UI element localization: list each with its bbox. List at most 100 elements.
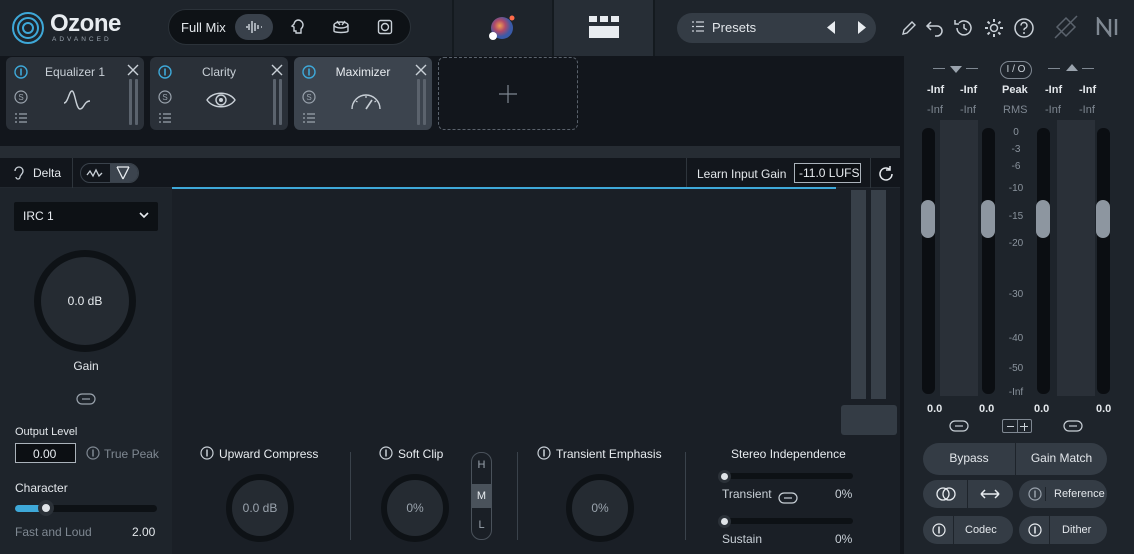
stereo-circles-icon[interactable] [935,486,957,502]
link-off-icon[interactable] [1053,14,1079,40]
output-level-field[interactable]: 0.00 [15,443,76,463]
transient-emphasis-power-icon[interactable] [537,446,551,460]
gain-knob[interactable]: 0.0 dB [34,250,136,352]
transient-slider-track[interactable] [720,473,853,479]
input-meter-left [851,190,866,399]
band-low-button[interactable]: L [471,513,492,537]
history-icon[interactable] [953,17,975,39]
output-link-icon[interactable] [1063,420,1083,432]
transient-emphasis-knob[interactable]: 0% [566,474,634,542]
module-fader[interactable] [273,79,276,125]
band-high-button[interactable]: H [471,453,492,477]
module-fader[interactable] [417,79,420,125]
undo-icon[interactable] [925,17,945,37]
master-assistant-icon[interactable] [487,13,517,43]
output-trim-fader-thumb[interactable] [1036,200,1050,238]
presets-label[interactable]: Presets [712,20,756,35]
settings-gear-icon[interactable] [983,17,1005,39]
threshold-line[interactable] [172,187,836,189]
waveform-view-icon[interactable] [86,167,104,179]
eq-curve-icon [62,85,92,115]
module-fader[interactable] [135,79,138,125]
input-trim-fader-track[interactable] [922,128,935,394]
output-trim-fader-track[interactable] [1037,128,1050,394]
input-trim-fader-thumb[interactable] [921,200,935,238]
transient-slider-thumb[interactable] [718,470,731,483]
sustain-slider-thumb[interactable] [718,515,731,528]
pencil-icon[interactable] [900,17,916,37]
ear-icon[interactable] [13,165,25,181]
module-equalizer[interactable]: Equalizer 1 S [6,57,144,130]
waveform-mode-icon[interactable] [235,14,273,40]
menu-icon[interactable] [303,113,315,123]
link-icon[interactable] [76,393,96,405]
divider [967,480,968,508]
swap-channels-icon[interactable] [979,488,1001,500]
close-icon[interactable] [415,64,427,76]
scale-tick: -10 [1008,183,1024,194]
output-trim-up-icon[interactable] [1066,64,1078,72]
output-fader-thumb[interactable] [1096,200,1110,238]
solo-icon[interactable]: S [302,90,316,104]
full-mix-label[interactable]: Full Mix [181,20,226,35]
learn-reset-icon[interactable] [876,164,896,184]
input-fader-track[interactable] [982,128,995,394]
module-fader[interactable] [129,79,132,125]
sustain-slider-track[interactable] [720,518,853,524]
power-icon[interactable] [302,65,316,79]
delta-label[interactable]: Delta [33,166,61,180]
gauge-icon [349,89,383,111]
power-icon[interactable] [158,65,172,79]
module-grid-icon [589,16,619,38]
upward-compress-knob[interactable]: 0.0 dB [226,474,294,542]
output-fader-track[interactable] [1097,128,1110,394]
channel-mode-toggle[interactable] [1002,419,1032,433]
add-module-button[interactable] [438,57,578,130]
presets-bar[interactable] [677,13,876,43]
soft-clip-power-icon[interactable] [379,446,393,460]
soft-clip-knob[interactable]: 0% [381,474,449,542]
input-left-rms: -Inf [927,104,943,116]
menu-icon[interactable] [159,113,171,123]
vocal-mode-icon[interactable] [279,14,317,40]
character-value[interactable]: 2.00 [132,525,155,539]
divider [452,0,454,56]
input-link-icon[interactable] [949,420,969,432]
link-icon[interactable] [778,492,798,504]
module-maximizer[interactable]: Maximizer S [294,57,432,130]
help-icon[interactable] [1013,17,1035,39]
gain-match-button[interactable]: Gain Match [1016,451,1107,465]
input-trim-down-icon[interactable] [950,66,962,74]
true-peak-toggle-icon[interactable] [86,446,100,460]
previous-preset-icon[interactable] [826,21,836,34]
input-trim-value[interactable]: 0.0 [927,403,942,415]
close-icon[interactable] [127,64,139,76]
scale-tick: -3 [1011,144,1021,155]
lufs-target-field[interactable]: -11.0 LUFS [794,163,861,183]
module-fader[interactable] [279,79,282,125]
meter-reset-button[interactable] [841,405,897,435]
bypass-button[interactable]: Bypass [923,451,1015,465]
output-gain-value[interactable]: 0.0 [1096,403,1111,415]
band-mid-button[interactable]: M [471,484,492,508]
module-fader[interactable] [423,79,426,125]
power-icon[interactable] [14,65,28,79]
instruments-mode-icon[interactable] [366,14,404,40]
upward-compress-power-icon[interactable] [200,446,214,460]
input-gain-value[interactable]: 0.0 [979,403,994,415]
menu-icon[interactable] [15,113,27,123]
module-clarity[interactable]: Clarity S [150,57,288,130]
drums-mode-icon[interactable] [322,14,360,40]
output-trim-value[interactable]: 0.0 [1034,403,1049,415]
divider [72,158,73,188]
transfer-view-button[interactable] [110,164,138,182]
solo-icon[interactable]: S [14,90,28,104]
divider [1045,487,1046,501]
solo-icon[interactable]: S [158,90,172,104]
io-toggle[interactable]: I / O [1000,61,1032,79]
learn-input-gain-label[interactable]: Learn Input Gain [697,167,786,181]
close-icon[interactable] [271,64,283,76]
true-peak-label[interactable]: True Peak [104,447,159,461]
next-preset-icon[interactable] [857,21,867,34]
input-fader-thumb[interactable] [981,200,995,238]
